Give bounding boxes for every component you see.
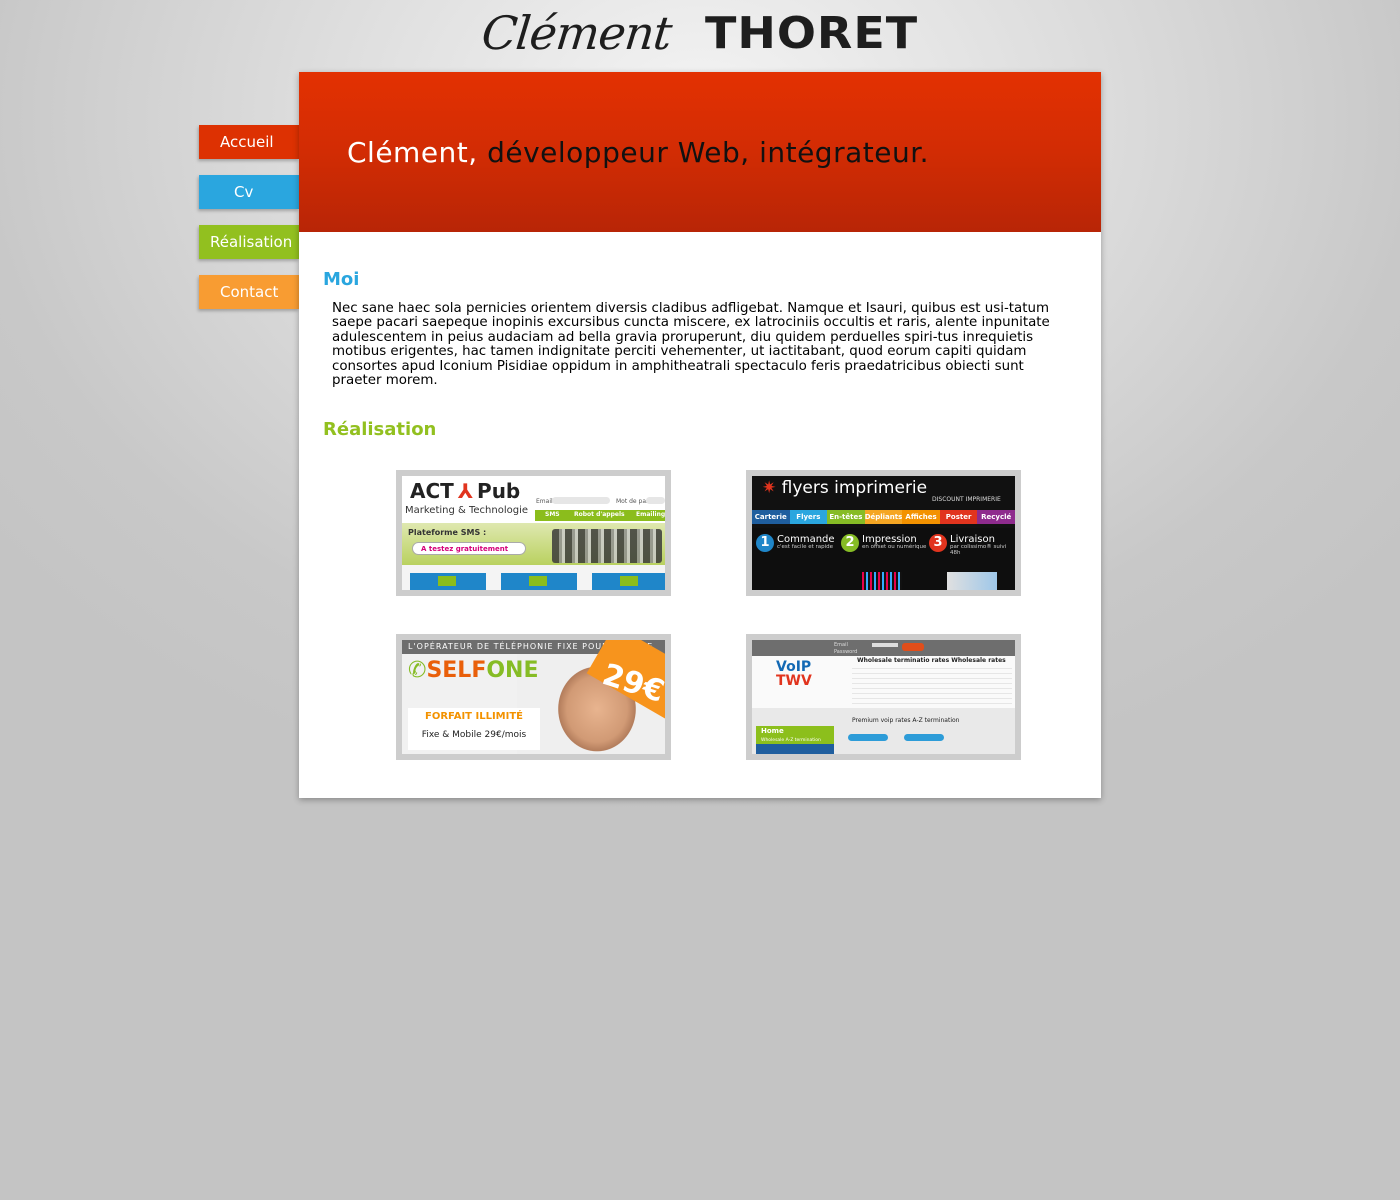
thumb-header: Email Password <box>752 640 1015 656</box>
thumb-menu-item: Emailing <box>636 511 666 518</box>
step-sub: en offset ou numérique <box>862 544 927 550</box>
thumb-button <box>904 734 944 741</box>
thumb-home-bar <box>756 744 834 754</box>
phone-icon: ✆ <box>408 658 427 683</box>
thumb-header: ✷ flyers imprimerie DISCOUNT IMPRIMERIE <box>752 476 1015 510</box>
thumb-header: ACT ⅄ Pub Marketing & Technologie Email Mo… <box>402 476 665 522</box>
banner-name: Clément, <box>347 136 478 169</box>
phones-image <box>552 529 662 563</box>
thumb-subtitle: Marketing & Technologie <box>405 505 529 516</box>
thumb-category-bar: Carterie Flyers En-têtes Dépliants Affic… <box>752 510 1015 524</box>
section-title-moi: Moi <box>323 269 360 290</box>
side-navigation: Accueil Cv Réalisation Contact <box>199 125 299 325</box>
thumb-menu-item: SMS <box>545 511 560 518</box>
step-sub: c'est facile et rapide <box>777 544 834 550</box>
thumb-logo-left: ACT <box>410 479 454 503</box>
step-number: 1 <box>756 534 774 552</box>
thumb-email-field <box>552 497 610 504</box>
nav-item-label: Accueil <box>220 133 274 151</box>
thumb-menu-item: Robot d'appels <box>574 511 625 518</box>
nav-item-label: Cv <box>234 183 254 201</box>
rates-table <box>852 664 1012 706</box>
banner-tagline: développeur Web, intégrateur. <box>477 136 930 169</box>
thumb-tagline: DISCOUNT IMPRIMERIE <box>932 496 1001 503</box>
tower-icon: ⅄ <box>457 479 474 503</box>
thumb-home-block: Home Wholesale A-Z termination <box>756 726 834 744</box>
card-image <box>947 572 997 590</box>
thumb-email-label: Email <box>834 642 848 648</box>
nav-item-realisation[interactable]: Réalisation <box>199 225 299 259</box>
star-icon: ✷ <box>762 478 777 498</box>
thumb-email-field <box>872 643 898 647</box>
thumb-hero: Plateforme SMS : A testez gratuitement <box>402 523 665 565</box>
thumb-table-title: Wholesale terminatio rates Wholesale rat… <box>857 657 1006 664</box>
thumb-hero-title: Plateforme SMS : <box>408 528 487 537</box>
thumb-logo-top: VoIP <box>776 659 812 675</box>
thumb-logo-bottom: TWV <box>776 673 812 689</box>
thumb-cta: A testez gratuitement <box>412 542 526 555</box>
thumb-category: Carterie <box>752 510 790 524</box>
nav-item-contact[interactable]: Contact <box>199 275 299 309</box>
project-thumbnail-flyers[interactable]: ✷ flyers imprimerie DISCOUNT IMPRIMERIE … <box>746 470 1021 596</box>
thumb-home-label: Home <box>761 727 784 735</box>
thumb-logo: ✷ flyers imprimerie <box>762 478 927 498</box>
section-title-realisation: Réalisation <box>323 419 437 440</box>
thumb-step: 1 Commande c'est facile et rapide <box>756 534 835 552</box>
thumb-category: Poster <box>939 510 978 524</box>
project-thumbnail-selfone[interactable]: L'OPÉRATEUR DE TÉLÉPHONIE FIXE POUR LES … <box>396 634 671 760</box>
thumb-button <box>848 734 888 741</box>
thumb-logo-text: flyers imprimerie <box>781 478 928 498</box>
step-number: 2 <box>841 534 859 552</box>
project-thumbnail-actpub[interactable]: ACT ⅄ Pub Marketing & Technologie Email Mo… <box>396 470 671 596</box>
thumb-signin-button <box>902 643 924 651</box>
print-samples-image <box>862 572 902 590</box>
thumb-category: Flyers <box>789 510 828 524</box>
nav-item-label: Réalisation <box>210 233 293 251</box>
site-logo[interactable]: Clément THORET <box>0 6 1400 60</box>
thumb-step: 2 Impression en offset ou numérique <box>841 534 927 552</box>
thumb-offer-detail: Fixe & Mobile 29€/mois <box>421 730 527 740</box>
nav-item-label: Contact <box>220 283 279 301</box>
main-panel: Clément, développeur Web, intégrateur. M… <box>299 72 1101 798</box>
thumb-email-label: Email <box>536 498 553 505</box>
hero-banner: Clément, développeur Web, intégrateur. <box>299 72 1101 232</box>
logo-last-name: THORET <box>704 7 919 59</box>
thumb-premium-text: Premium voip rates A-Z termination <box>852 717 960 724</box>
envelope-icon <box>410 573 486 590</box>
logo-first-name: Clément <box>479 6 674 60</box>
thumb-offer: FORFAIT ILLIMITÉ Fixe & Mobile 29€/mois <box>408 708 540 750</box>
thumb-category: En-têtes <box>827 510 865 524</box>
thumb-category: Dépliants <box>864 510 903 524</box>
thumb-password-label: Password <box>834 649 858 655</box>
thumb-category: Affiches <box>902 510 940 524</box>
step-sub: par colissimo® suivi 48h <box>950 544 1007 556</box>
project-thumbnail-voip[interactable]: Email Password VoIP TWV Wholesale termin… <box>746 634 1021 760</box>
thumb-logo-suffix: ONE <box>486 658 539 683</box>
nav-item-cv[interactable]: Cv <box>199 175 299 209</box>
thumb-logo-right: Pub <box>477 479 521 503</box>
banner-headline: Clément, développeur Web, intégrateur. <box>347 136 929 169</box>
thumb-password-field <box>646 497 665 504</box>
thumb-steps: 1 Commande c'est facile et rapide 2 Impres… <box>752 528 1015 590</box>
nav-item-accueil[interactable]: Accueil <box>199 125 299 159</box>
chat-icon <box>592 573 665 590</box>
thumb-logo-prefix: SELF <box>426 658 487 683</box>
step-number: 3 <box>929 534 947 552</box>
thumb-step: 3 Livraison par colissimo® suivi 48h <box>929 534 1015 556</box>
thumb-offer-title: FORFAIT ILLIMITÉ <box>425 711 523 722</box>
thumb-category: Recyclé <box>977 510 1015 524</box>
thumb-footer <box>402 565 665 590</box>
about-paragraph: Nec sane haec sola pernicies orientem di… <box>332 301 1050 389</box>
phone-icon <box>501 573 577 590</box>
thumb-logo: VoIP TWV <box>776 660 812 688</box>
thumb-logo: ACT ⅄ Pub <box>410 479 520 503</box>
thumb-logo: ✆SELFONE <box>408 658 539 683</box>
